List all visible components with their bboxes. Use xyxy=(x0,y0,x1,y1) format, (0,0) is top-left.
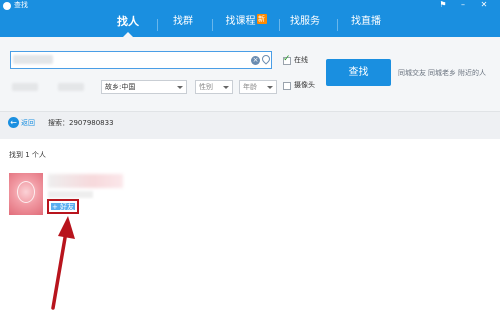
annotation-arrow xyxy=(51,216,75,310)
